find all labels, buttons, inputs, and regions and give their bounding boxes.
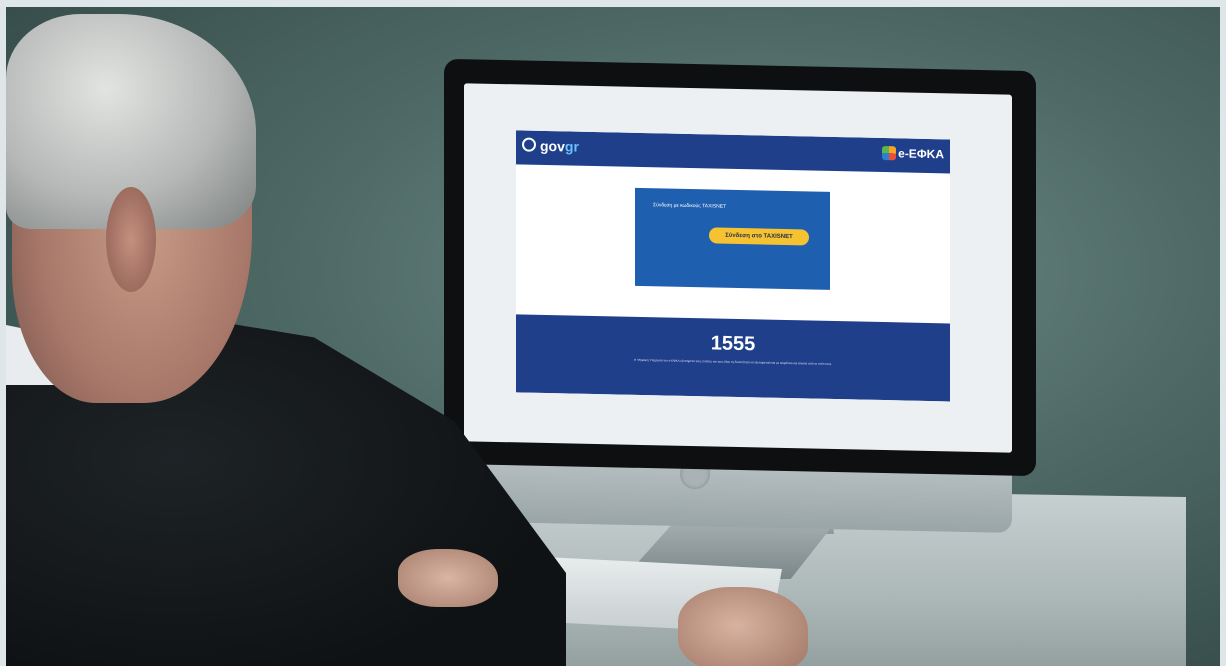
- monitor-screen: govgr e-ΕΦΚΑ Σύνδεση με κωδικούς TAXISNE…: [464, 83, 1012, 453]
- helpline-number: 1555: [710, 332, 756, 356]
- taxisnet-login-button[interactable]: Σύνδεση στο TAXISNET: [709, 227, 809, 246]
- photo-scene: govgr e-ΕΦΚΑ Σύνδεση με κωδικούς TAXISNE…: [6, 7, 1220, 666]
- gov-gr-logo[interactable]: govgr: [522, 137, 579, 155]
- login-panel: Σύνδεση με κωδικούς TAXISNET Σύνδεση στο…: [635, 187, 830, 290]
- right-hand: [678, 587, 808, 666]
- efka-logo[interactable]: e-ΕΦΚΑ: [882, 146, 944, 161]
- efka-mark-icon: [882, 146, 897, 161]
- site-footer: 1555 Η Ψηφιακή Υπηρεσία του e-ΕΦΚΑ εξυπη…: [516, 314, 950, 402]
- gov-emblem-icon: [522, 137, 536, 152]
- site-header: govgr e-ΕΦΚΑ: [516, 130, 950, 174]
- left-hand: [398, 549, 498, 607]
- person-ear: [106, 187, 156, 292]
- efka-website: govgr e-ΕΦΚΑ Σύνδεση με κωδικούς TAXISNE…: [516, 130, 950, 402]
- login-prompt: Σύνδεση με κωδικούς TAXISNET: [653, 202, 727, 210]
